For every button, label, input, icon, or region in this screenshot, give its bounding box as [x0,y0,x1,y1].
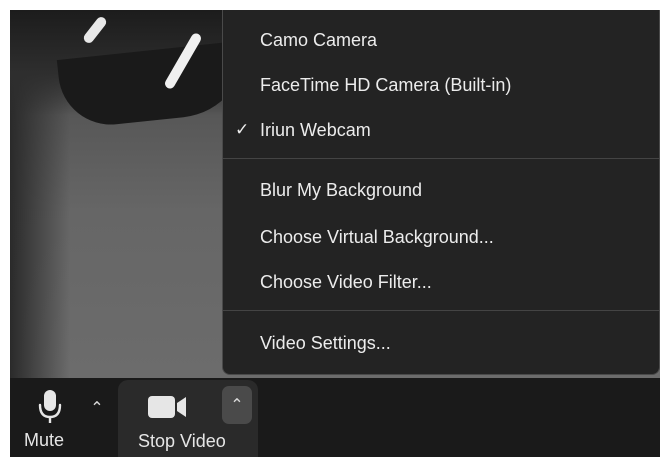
menu-item-label: Choose Video Filter... [260,271,432,292]
menu-item-virtual-background[interactable]: Choose Virtual Background... [223,219,659,255]
menu-item-label: Iriun Webcam [260,119,371,140]
menu-item-label: Video Settings... [260,332,391,353]
microphone-icon [37,390,63,423]
video-options-caret[interactable]: ⌃ [222,386,252,424]
menu-item-blur-background[interactable]: Blur My Background [223,172,659,208]
menu-item-camo-camera[interactable]: Camo Camera [223,22,659,58]
chevron-up-icon: ⌃ [230,397,244,414]
menu-item-label: Blur My Background [260,179,423,200]
video-options-menu: Camo Camera FaceTime HD Camera (Built-in… [222,10,660,375]
menu-separator [223,310,659,311]
chevron-up-icon: ⌃ [90,400,104,417]
menu-item-video-settings[interactable]: Video Settings... [223,325,659,361]
checkmark-icon: ✓ [235,120,250,139]
audio-options-caret[interactable]: ⌃ [86,396,108,420]
video-camera-icon [148,394,188,422]
menu-item-label: FaceTime HD Camera (Built-in) [260,74,512,95]
stop-video-label: Stop Video [138,431,226,451]
mute-button[interactable]: Mute [10,378,90,457]
app-window: Mute ⌃ Stop Video ⌃ Camo Camera FaceTime… [0,0,661,457]
menu-item-label: Choose Virtual Background... [260,226,494,247]
menu-item-video-filter[interactable]: Choose Video Filter... [223,264,659,300]
menu-item-label: Camo Camera [260,29,378,50]
menu-separator [223,158,659,159]
mute-label: Mute [24,430,65,450]
meeting-toolbar: Mute ⌃ Stop Video ⌃ [10,378,660,457]
menu-item-facetime-camera[interactable]: FaceTime HD Camera (Built-in) [223,67,659,103]
menu-item-iriun-webcam[interactable]: ✓ Iriun Webcam [223,112,659,148]
